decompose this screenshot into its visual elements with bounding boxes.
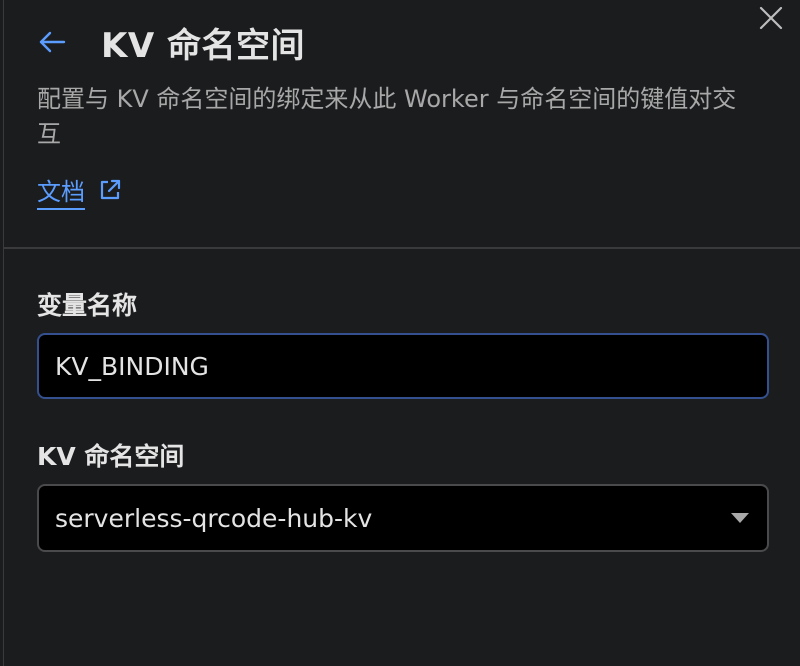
variable-name-input[interactable] [37,333,769,399]
dialog-header: KV 命名空间 [37,16,740,68]
variable-name-label: 变量名称 [37,291,138,320]
close-button[interactable] [754,1,788,35]
page-title: KV 命名空间 [101,25,305,66]
arrow-left-icon [39,31,66,53]
kv-binding-panel: KV 命名空间 配置与 KV 命名空间的绑定来从此 Worker 与命名空间的键… [0,0,800,666]
docs-link-label: 文档 [37,176,85,210]
panel-edge-divider [3,0,4,666]
namespace-select[interactable]: serverless-qrcode-hub-kv [37,484,769,552]
namespace-label: KV 命名空间 [37,442,185,471]
namespace-select-value: serverless-qrcode-hub-kv [55,503,373,533]
docs-link[interactable]: 文档 [37,176,123,210]
external-link-icon [97,177,123,203]
back-button[interactable] [37,22,81,62]
dialog-description: 配置与 KV 命名空间的绑定来从此 Worker 与命名空间的键值对交互 [37,85,737,148]
section-divider [4,247,800,249]
chevron-down-icon [731,513,749,523]
close-icon [759,6,783,30]
